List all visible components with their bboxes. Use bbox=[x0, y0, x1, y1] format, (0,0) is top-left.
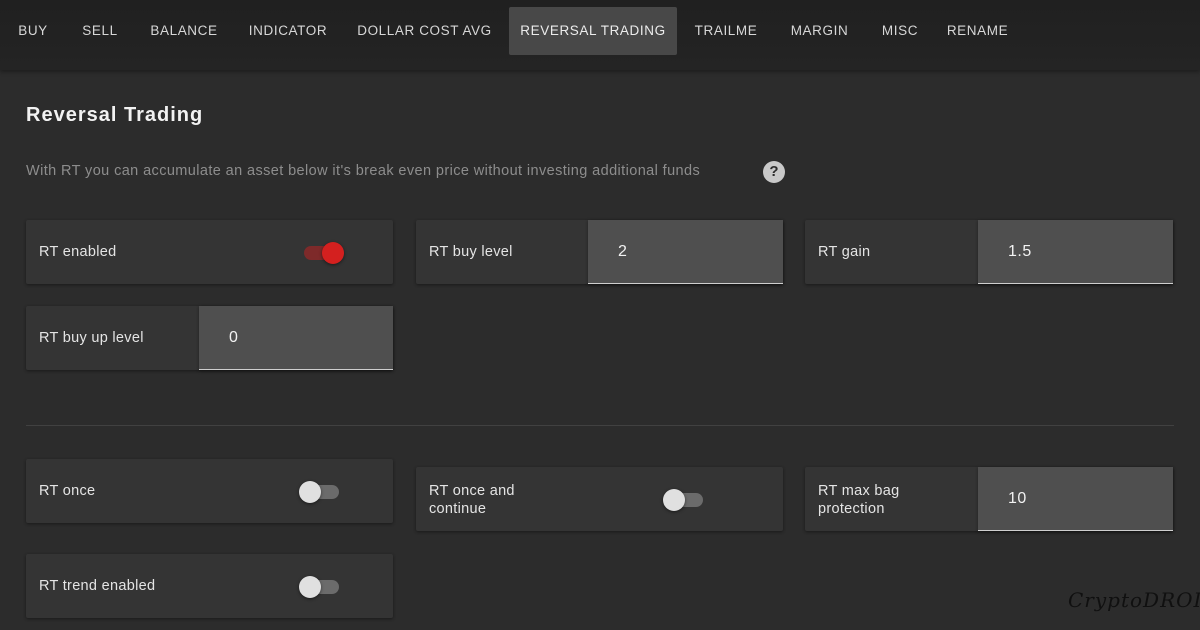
rt-trend-enabled-toggle[interactable] bbox=[299, 574, 341, 598]
toggle-knob bbox=[322, 242, 344, 264]
rt-buy-level-label: RT buy level bbox=[429, 244, 513, 260]
toggle-knob bbox=[663, 489, 685, 511]
tab-rename[interactable]: RENAME bbox=[940, 7, 1015, 55]
rt-max-bag-protection-input-box bbox=[978, 467, 1173, 531]
rt-gain-label: RT gain bbox=[818, 244, 871, 260]
rt-max-bag-protection-card: RT max bag protection bbox=[805, 467, 1173, 531]
rt-trend-enabled-label: RT trend enabled bbox=[39, 578, 156, 594]
toggle-knob bbox=[299, 481, 321, 503]
label-line-1: RT max bag bbox=[818, 483, 900, 499]
rt-once-and-continue-toggle[interactable] bbox=[663, 487, 705, 511]
tab-sell[interactable]: SELL bbox=[76, 7, 124, 55]
rt-once-and-continue-card: RT once and continue bbox=[416, 467, 783, 531]
rt-buy-level-card: RT buy level bbox=[416, 220, 783, 284]
page-description: With RT you can accumulate an asset belo… bbox=[26, 163, 701, 179]
rt-enabled-toggle[interactable] bbox=[302, 240, 344, 264]
tab-balance[interactable]: BALANCE bbox=[144, 7, 224, 55]
rt-buy-level-input-box bbox=[588, 220, 783, 284]
rt-enabled-card: RT enabled bbox=[26, 220, 393, 284]
top-nav-bar: BUY SELL BALANCE INDICATOR DOLLAR COST A… bbox=[0, 0, 1200, 70]
rt-buy-up-level-input[interactable] bbox=[229, 306, 393, 369]
rt-gain-card: RT gain bbox=[805, 220, 1173, 284]
rt-enabled-label: RT enabled bbox=[39, 244, 117, 260]
rt-max-bag-protection-input[interactable] bbox=[1008, 467, 1173, 530]
rt-max-bag-protection-label: RT max bag protection bbox=[818, 482, 899, 518]
label-line-1: RT once and bbox=[429, 483, 515, 499]
rt-buy-up-level-label: RT buy up level bbox=[39, 330, 144, 346]
tab-trailme[interactable]: TRAILME bbox=[688, 7, 764, 55]
toggle-knob bbox=[299, 576, 321, 598]
rt-buy-up-level-card: RT buy up level bbox=[26, 306, 393, 370]
watermark-logo: CryptoDROI bbox=[1068, 588, 1200, 612]
tab-indicator[interactable]: INDICATOR bbox=[243, 7, 333, 55]
section-divider bbox=[26, 425, 1174, 426]
rt-once-card: RT once bbox=[26, 459, 393, 523]
rt-buy-level-input[interactable] bbox=[618, 220, 783, 283]
tab-margin[interactable]: MARGIN bbox=[783, 7, 856, 55]
rt-once-toggle[interactable] bbox=[299, 479, 341, 503]
page-title: Reversal Trading bbox=[26, 104, 204, 126]
rt-once-and-continue-label: RT once and continue bbox=[429, 482, 515, 518]
rt-buy-up-level-input-box bbox=[199, 306, 393, 370]
label-line-2: continue bbox=[429, 501, 487, 517]
help-icon[interactable]: ? bbox=[763, 161, 785, 183]
tab-reversal-trading[interactable]: REVERSAL TRADING bbox=[509, 7, 677, 55]
tab-buy[interactable]: BUY bbox=[11, 7, 55, 55]
rt-gain-input[interactable] bbox=[1008, 220, 1173, 283]
rt-once-label: RT once bbox=[39, 483, 96, 499]
tab-dollar-cost-avg[interactable]: DOLLAR COST AVG bbox=[352, 7, 497, 55]
rt-gain-input-box bbox=[978, 220, 1173, 284]
rt-trend-enabled-card: RT trend enabled bbox=[26, 554, 393, 618]
label-line-2: protection bbox=[818, 501, 885, 517]
tab-misc[interactable]: MISC bbox=[874, 7, 926, 55]
